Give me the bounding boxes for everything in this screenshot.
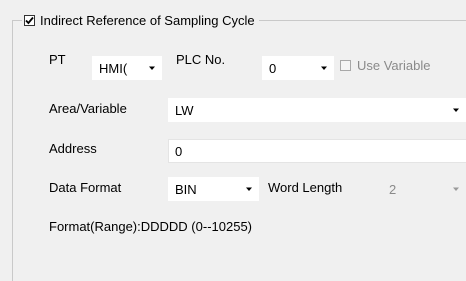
plc-no-combobox[interactable]: 0: [262, 56, 334, 80]
use-variable-option: Use Variable: [340, 58, 430, 73]
dropdown-arrow-icon[interactable]: [315, 57, 333, 79]
word-length-label: Word Length: [268, 180, 343, 195]
pt-combobox-value: HMI(: [99, 60, 128, 76]
use-variable-label: Use Variable: [357, 58, 431, 73]
word-length-combobox: 2: [382, 177, 466, 201]
address-label: Address: [49, 141, 97, 156]
indirect-reference-checkbox[interactable]: [24, 14, 35, 26]
data-format-combobox[interactable]: BIN: [168, 177, 259, 201]
address-input[interactable]: 0: [168, 139, 466, 163]
area-variable-label: Area/Variable: [49, 101, 127, 116]
dropdown-arrow-icon[interactable]: [447, 99, 465, 121]
word-length-combobox-value: 2: [389, 181, 397, 197]
dropdown-arrow-icon: [447, 178, 465, 200]
checkmark-icon: [25, 16, 34, 24]
area-variable-combobox-value: LW: [175, 102, 194, 118]
data-format-combobox-value: BIN: [175, 181, 197, 197]
dropdown-arrow-icon[interactable]: [143, 57, 161, 79]
address-input-value: 0: [175, 143, 183, 159]
area-variable-combobox[interactable]: LW: [168, 98, 466, 122]
use-variable-checkbox: [340, 60, 351, 71]
group-legend[interactable]: Indirect Reference of Sampling Cycle: [22, 10, 259, 30]
dropdown-arrow-icon[interactable]: [240, 178, 258, 200]
data-format-label: Data Format: [49, 180, 122, 195]
plc-no-label: PLC No.: [176, 52, 226, 67]
indirect-reference-label: Indirect Reference of Sampling Cycle: [40, 12, 255, 28]
format-range-text: Format(Range):DDDDD (0--10255): [49, 219, 252, 234]
pt-combobox[interactable]: HMI(: [92, 56, 162, 80]
pt-label: PT: [49, 52, 66, 67]
plc-no-combobox-value: 0: [269, 60, 277, 76]
